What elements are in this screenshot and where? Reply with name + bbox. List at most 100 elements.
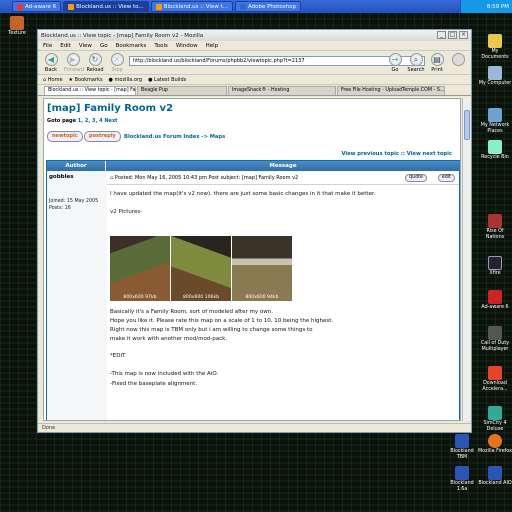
next-page-link[interactable]: Next (104, 118, 117, 124)
xfire-icon (488, 256, 502, 270)
desktop-icon-simcity[interactable]: SimCity 4 Deluxe (478, 406, 512, 432)
firefox-icon (488, 434, 502, 448)
close-button[interactable]: × (459, 31, 468, 39)
desktop-icon-rise-of-nations[interactable]: Rise Of Nations (478, 214, 512, 240)
post-text-line: -Fixed the baseplate alignment. (110, 381, 198, 387)
post-reply-button[interactable]: postreply (84, 131, 121, 142)
topic-title[interactable]: [map] Family Room v2 (47, 103, 173, 114)
tab-blockland[interactable]: Blockland.us :: View topic - [map] Famil… (44, 86, 136, 95)
desktop-icon-blockland-tbm[interactable]: Blockland TBM (445, 434, 479, 460)
post-text-line: -This map is now included with the AiO. (110, 371, 219, 377)
tab-beagle-pup[interactable]: Beagle Pup (137, 86, 227, 95)
ad-aware-icon (17, 3, 23, 10)
menu-help[interactable]: Help (206, 43, 219, 49)
blockland-icon (455, 434, 469, 448)
tab-imageshack[interactable]: ImageShack® - Hosting (228, 86, 336, 95)
desktop-icon-network[interactable]: My Network Places (478, 108, 512, 134)
desktop-icon-blockland-16a[interactable]: Blockland 1.6a (445, 466, 479, 492)
quote-button[interactable]: quote (405, 174, 427, 182)
minimize-button[interactable]: _ (437, 31, 446, 39)
post-message: ▫ Posted: Mon May 16, 2005 10:43 pm Post… (107, 172, 459, 420)
author-column-header: Author (47, 161, 105, 171)
bookmark-latest-builds[interactable]: ● Latest Builds (148, 77, 186, 83)
edit-button[interactable]: edit (437, 174, 455, 182)
window-titlebar[interactable]: Blockland.us :: View topic - [map] Famil… (38, 30, 471, 41)
desktop-icon-firefox[interactable]: Mozilla Firefox (478, 434, 512, 455)
menu-view[interactable]: View (79, 43, 92, 49)
reload-button[interactable]: ↻ Reload (86, 53, 104, 73)
task-blockland-1[interactable]: Blockland.us :: View to... (63, 1, 149, 12)
go-button[interactable]: → Go (386, 53, 404, 73)
bookmark-home[interactable]: ⌂ Home (43, 77, 63, 83)
maximize-button[interactable]: □ (448, 31, 457, 39)
message-column-header: Message (106, 161, 460, 171)
post-text-line: make it work with another mod/mod-pack. (110, 336, 228, 342)
vertical-scrollbar[interactable] (462, 98, 470, 421)
desktop-icon-download-accelerator[interactable]: Download Accelera... (478, 366, 512, 392)
system-tray: 8:59 PM (460, 0, 512, 13)
desktop-icon-my-documents[interactable]: My Documents (478, 34, 512, 60)
navigation-toolbar: ◀ Back ▶ Forward ↻ Reload ✕ Stop http://bloc… (38, 51, 471, 75)
desktop-icon-cod[interactable]: Call of Duty Multiplayer (478, 326, 512, 352)
folder-icon (488, 34, 502, 48)
clock[interactable]: 8:59 PM (487, 4, 509, 10)
stop-button[interactable]: ✕ Stop (108, 53, 126, 73)
back-button[interactable]: ◀ Back (42, 53, 60, 73)
firefox-icon (68, 3, 75, 10)
photoshop-icon (239, 3, 246, 10)
search-icon: ⌕ (409, 53, 423, 66)
bookmark-mozilla[interactable]: ● mozilla.org (109, 77, 143, 83)
throbber (449, 53, 467, 73)
browser-window: Blockland.us :: View topic - [map] Famil… (37, 29, 472, 433)
post-text-line: *EDIT (110, 353, 126, 359)
stop-icon: ✕ (110, 53, 124, 66)
task-ad-aware[interactable]: Ad-aware 6 (12, 1, 62, 12)
desktop-icon-xfire[interactable]: Xfire (478, 256, 512, 277)
back-arrow-icon: ◀ (44, 53, 58, 66)
game-icon (488, 214, 502, 228)
post-table: Author Message gobbles Joined: 15 May 20… (46, 160, 460, 420)
menu-go[interactable]: Go (100, 43, 108, 49)
status-bar: Done (38, 423, 471, 432)
tab-uploadtemple[interactable]: Free File Hosting - UploadTemple.COM - S… (337, 86, 445, 95)
page-links[interactable]: 1, 2, 3, 4 (78, 118, 103, 124)
ad-aware-icon (488, 290, 502, 304)
post-text-line: I have updated the map(it's v2 now). the… (110, 191, 376, 197)
taskbar-tasks: Ad-aware 6 Blockland.us :: View to... Bl… (12, 0, 301, 13)
prev-next-topic-links[interactable]: View previous topic :: View next topic (341, 151, 452, 157)
breadcrumb[interactable]: Blockland.us Forum Index -> Maps (124, 134, 225, 140)
screenshot-1[interactable]: 800x600 97kb (110, 236, 170, 301)
post-author: gobbles (49, 174, 74, 180)
page-content: [map] Family Room v2 Goto page 1, 2, 3, … (43, 98, 461, 421)
desktop-icon-recycle-bin[interactable]: Recycle Bin (478, 140, 512, 161)
star-icon (488, 326, 502, 340)
forward-button[interactable]: ▶ Forward (64, 53, 84, 73)
screenshot-2[interactable]: 800x600 106kb (171, 236, 231, 301)
search-button[interactable]: ⌕ Search (407, 53, 425, 73)
url-field[interactable]: http://blockland.us/blockland/Forums/php… (129, 56, 425, 66)
firefox-icon (155, 3, 162, 10)
desktop-icon-ad-aware[interactable]: Ad-aware 6 (478, 290, 512, 311)
menu-file[interactable]: File (43, 43, 52, 49)
scrollbar-thumb[interactable] (464, 110, 470, 140)
task-blockland-2[interactable]: Blockland.us :: View t... (150, 1, 233, 12)
task-photoshop[interactable]: Adobe Photoshop (234, 1, 301, 12)
post-text-line: v2 Pictures- (110, 209, 143, 215)
recycle-bin-icon (488, 140, 502, 154)
desktop-icon-texture[interactable]: Texture (0, 16, 34, 37)
menu-bookmarks[interactable]: Bookmarks (116, 43, 147, 49)
menu-tools[interactable]: Tools (154, 43, 168, 49)
menu-window[interactable]: Window (176, 43, 198, 49)
menu-edit[interactable]: Edit (60, 43, 71, 49)
new-topic-button[interactable]: newtopic (47, 131, 83, 142)
window-title: Blockland.us :: View topic - [map] Famil… (41, 32, 204, 39)
blockland-icon (455, 466, 469, 480)
reload-icon: ↻ (88, 53, 102, 66)
bookmark-bookmarks[interactable]: ★ Bookmarks (69, 77, 103, 83)
bookmarks-toolbar: ⌂ Home ★ Bookmarks ● mozilla.org ● Lates… (38, 75, 471, 85)
desktop-icon-my-computer[interactable]: My Computer (478, 66, 512, 87)
divider (107, 184, 459, 185)
print-button[interactable]: ▤ Print (428, 53, 446, 73)
screenshot-3[interactable]: 800x600 94kb (232, 236, 292, 301)
desktop-icon-blockland-aio[interactable]: Blockland AIO (478, 466, 512, 487)
